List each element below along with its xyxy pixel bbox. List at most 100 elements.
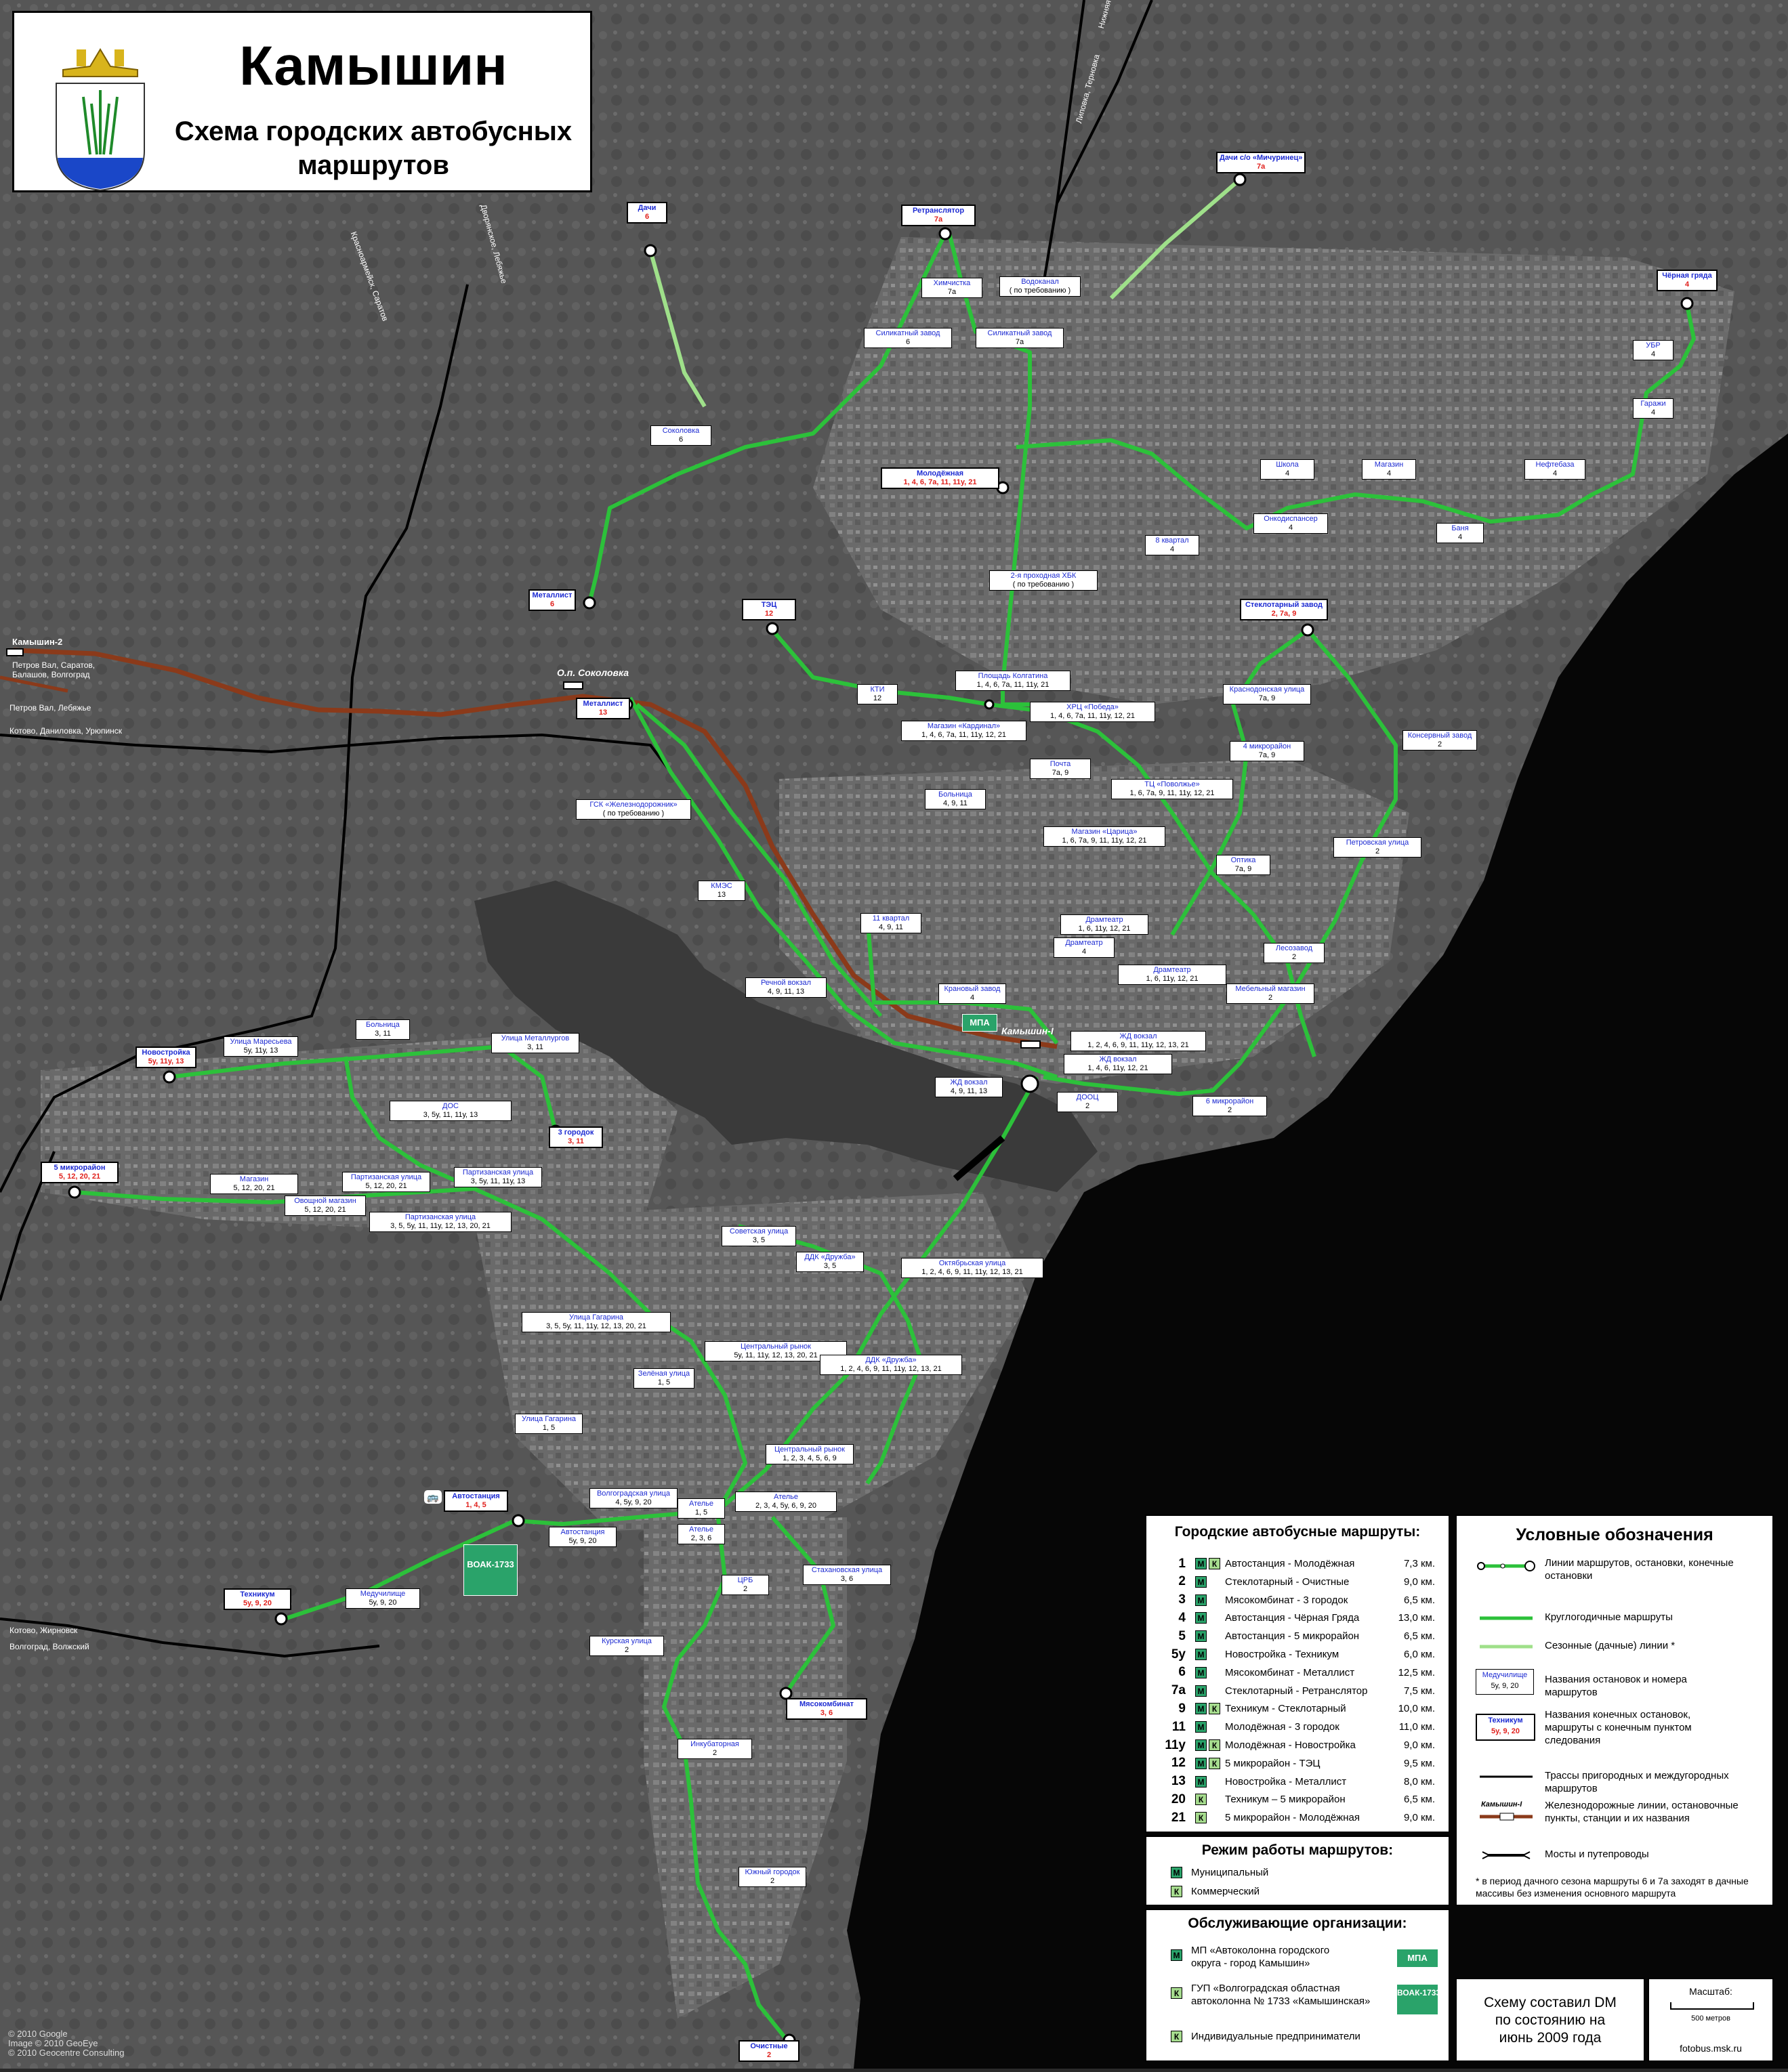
org-individual: К Индивидуальные предприниматели [1171,2031,1360,2042]
route-description: 5 микрорайон - ТЭЦ [1225,1757,1321,1769]
stop-label: Ателье 1, 5 [678,1498,725,1519]
route-row: 2 М Стеклотарный - Очистные 9,0 км. [1159,1573,1435,1590]
stop-name: Металлист [583,700,623,708]
stop-routes: ( по требованию ) [602,809,665,818]
stop-name: Ретранслятор [912,207,965,215]
stop-routes: 7а, 9 [1234,865,1252,873]
route-description: Автостанция - 5 микрорайон [1225,1630,1360,1643]
stop-name: Дачи [638,204,657,212]
stop-label: Курская улица 2 [589,1636,664,1656]
site-link[interactable]: fotobus.msk.ru [1649,2043,1772,2054]
stop-label: Стахановская улица 3, 6 [803,1565,891,1585]
route-length: 9,0 км. [1403,1739,1435,1751]
route-row: 20 К Техникум – 5 микрорайон 6,5 км. [1159,1791,1435,1808]
direction-zhirnovsk: Котово, Жирновск [9,1626,78,1635]
stop-routes: 4 [1285,469,1290,478]
terminal-stop-label: Металлист 6 [528,589,576,611]
stop-name: ЖД вокзал [1119,1032,1157,1040]
stop-name: Стахановская улица [811,1566,883,1574]
stop-routes: 4 [1288,524,1293,532]
stop-name: Молодёжная [916,469,964,478]
route-length: 8,0 км. [1403,1775,1435,1788]
imagery-copyright: © 2010 Google Image © 2010 GeoEye © 2010… [8,2029,124,2058]
route-length: 9,5 км. [1403,1757,1435,1769]
legend-sample-stop-box: Медучилище 5у, 9, 20 [1476,1669,1534,1695]
legend-sample-rail-name: Камышин-I [1481,1800,1522,1809]
stop-routes: 6 [549,600,555,608]
municipal-badge: М [1195,1703,1207,1715]
stop-name: 3 городок [558,1128,594,1137]
mode-municipal: М Муниципальный [1171,1867,1268,1878]
municipal-badge: М [1195,1666,1207,1678]
terminal-stop-label: 5 микрорайон 5, 12, 20, 21 [41,1162,119,1183]
route-number: 5у [1171,1647,1186,1662]
stop-label: Онкодиспансер 4 [1253,513,1328,534]
stop-name: Южный городок [745,1868,800,1876]
orgs-panel-title: Обслуживающие организации: [1188,1916,1407,1931]
stop-routes: 2 [624,1646,629,1654]
stop-name: Дачи с/о «Мичуринец» [1220,154,1303,162]
stop-name: Онкодиспансер [1264,515,1318,523]
stop-name: Очистные [750,2042,788,2050]
stop-routes: 4 [1650,408,1656,417]
route-description: Мясокомбинат - Металлист [1225,1666,1355,1678]
route-row: 5у М Новостройка - Техникум 6,0 км. [1159,1646,1435,1663]
stop-label: Крановый завод 4 [938,984,1006,1004]
route-length: 12,5 км. [1398,1666,1435,1678]
terminal-stop-label: Дачи 6 [627,202,667,224]
stop-name: Медучилище [360,1590,406,1598]
route-description: Новостройка - Металлист [1225,1775,1347,1788]
route-number: 12 [1171,1756,1186,1771]
stop-routes: 7а, 9 [1258,751,1276,759]
legend-sample-seasonal [1480,1645,1533,1649]
stop-label: ХРЦ «Победа» 1, 4, 6, 7а, 11, 11у, 12, 21 [1030,702,1155,722]
org-voak-name: ГУП «Волгоградская областная автоколонна… [1191,1983,1371,2007]
stop-label: Мебельный магазин 2 [1226,984,1314,1004]
stop-label: Почта 7а, 9 [1030,759,1091,779]
stop-routes: 13 [598,709,608,717]
stop-label: Консервный завод 2 [1402,730,1477,750]
stop-routes: 5, 12, 20, 21 [233,1184,275,1192]
stop-label: ЖД вокзал 1, 2, 4, 6, 9, 11, 11у, 12, 13,… [1070,1031,1206,1051]
stop-routes: 5у, 9, 20 [243,1599,272,1607]
municipal-badge: М [1195,1775,1207,1788]
stop-routes: 6 [905,338,911,346]
stop-label: Лесозавод 2 [1264,943,1325,963]
stop-name: Оптика [1230,856,1256,864]
stop-label: ЖД вокзал 1, 4, 6, 11у, 12, 21 [1064,1054,1172,1074]
stop-name: Консервный завод [1407,732,1472,740]
org-voak-badge: К [1171,1987,1182,1999]
stop-label: Партизанская улица 3, 5у, 11, 11у, 13 [454,1167,542,1187]
route-row: 6 М Мясокомбинат - Металлист 12,5 км. [1159,1664,1435,1681]
stop-label: Драмтеатр 1, 6, 11у, 12, 21 [1060,914,1148,935]
rail-label-sokolovka: О.п. Соколовка [557,667,629,678]
route-mode-badges: М [1195,1630,1225,1643]
stop-label: 8 квартал 4 [1145,535,1199,555]
stop-routes: 4 [970,994,975,1002]
stop-routes: 3, 11 [375,1030,391,1038]
stop-label: ГСК «Железнодорожник»( по требованию ) [576,799,691,820]
stop-label: Овощной магазин 5, 12, 20, 21 [285,1196,366,1216]
stop-routes: 3, 6 [820,1709,833,1717]
route-row: 5 М Автостанция - 5 микрорайон 6,5 км. [1159,1628,1435,1645]
route-number: 9 [1178,1701,1186,1716]
route-mode-badges: М [1195,1685,1225,1697]
commercial-badge: К [1195,1794,1207,1806]
terminal-stop-label: Очистные 2 [739,2040,799,2062]
stop-routes: 7а, 9 [1052,769,1069,777]
stop-name: Силикатный завод [987,329,1052,337]
legend-panel: Условные обозначения Линии маршрутов, ос… [1455,1515,1774,1906]
scale-title: Масштаб: [1689,1986,1732,1997]
stop-name: Техникум [240,1590,275,1599]
terminal-stop-label: Ретранслятор 7а [901,205,976,226]
stop-routes: 1, 4, 6, 11у, 12, 21 [1087,1064,1148,1072]
stop-name: Ателье [688,1525,714,1534]
stop-routes: 5, 12, 20, 21 [304,1206,346,1214]
stop-name: КТИ [870,685,885,694]
route-number: 3 [1178,1592,1186,1607]
route-length: 6,5 км. [1403,1630,1435,1643]
stop-routes: 1, 4, 5 [465,1501,486,1509]
legend-title: Условные обозначения [1516,1525,1713,1544]
stop-name: Больница [366,1021,400,1029]
stop-routes: 2 [743,1585,748,1593]
